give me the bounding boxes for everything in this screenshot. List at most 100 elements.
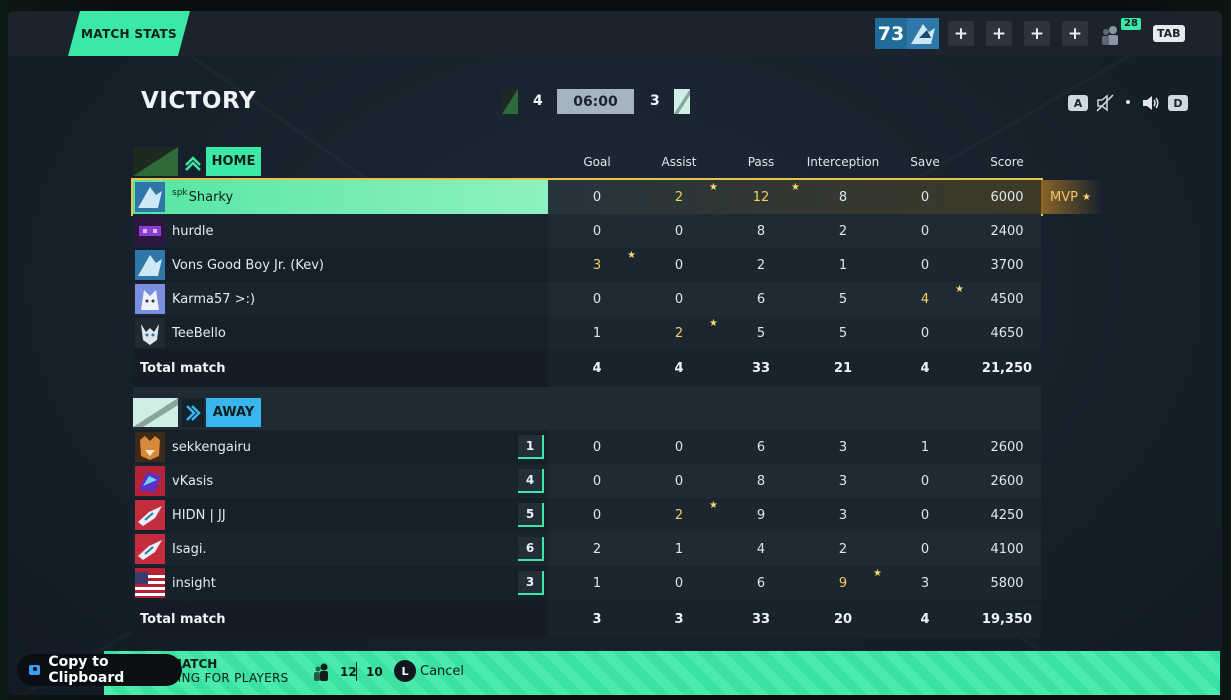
player-rating: 73 [875, 18, 907, 49]
stat-save: 1 [920, 439, 930, 455]
table-row[interactable]: hurdle 0 0 8 2 0 2400 [133, 214, 1041, 248]
total-save: 4 [920, 361, 930, 376]
star-icon: ★ [709, 182, 718, 193]
add-party-slot-button-4[interactable]: + [1062, 21, 1088, 46]
table-row[interactable]: Karma57 >:) 0 0 6 5 4 ★ 4500 [133, 282, 1041, 316]
stat-save: 3 [920, 575, 930, 591]
total-pass: 33 [751, 612, 771, 627]
away-team-label: AWAY [206, 398, 261, 427]
speaker-icon[interactable] [1141, 93, 1161, 113]
stat-assist: 0 [674, 575, 684, 591]
stat-pass: 6 [756, 575, 766, 591]
player-name: insight [172, 575, 216, 591]
table-row[interactable]: HIDN | JJ 5 0 2 ★ 9 3 0 4250 [133, 498, 1041, 532]
tab-key-hint[interactable]: TAB [1153, 25, 1185, 42]
table-row[interactable]: spk Sharky 0 2 ★ 12 ★ 8 0 6000 [131, 178, 1043, 216]
add-party-slot-button-3[interactable]: + [1024, 21, 1050, 46]
col-header-save: Save [910, 155, 940, 169]
stat-interception: 5 [838, 325, 848, 341]
us-flag-avatar [135, 568, 165, 598]
shark-avatar-icon [907, 18, 939, 49]
home-total-row: Total match 4 4 33 21 4 21,250 [133, 350, 1041, 387]
stat-assist: 2 [674, 507, 684, 523]
players-max: 10 [366, 665, 383, 679]
cancel-button[interactable]: Cancel [420, 664, 464, 679]
stat-score: 2600 [990, 473, 1024, 489]
stat-save: 0 [920, 257, 930, 273]
player-name: TeeBello [172, 325, 226, 341]
star-icon: ★ [791, 182, 800, 193]
table-row[interactable]: TeeBello 1 2 ★ 5 5 0 4650 [133, 316, 1041, 350]
total-assist: 3 [674, 612, 684, 627]
stat-score: 6000 [990, 189, 1024, 205]
stat-interception: 5 [838, 291, 848, 307]
stat-score: 4250 [990, 507, 1024, 523]
stat-pass: 9 [756, 507, 766, 523]
player-name: HIDN | JJ [172, 507, 226, 523]
player-name: hurdle [172, 223, 214, 239]
away-score: 3 [650, 93, 660, 109]
table-row[interactable]: Vons Good Boy Jr. (Kev) 3 ★ 0 2 1 0 3700 [133, 248, 1041, 282]
player-name: Vons Good Boy Jr. (Kev) [172, 257, 325, 273]
avatar [135, 318, 165, 348]
avatar [135, 216, 165, 246]
avatar [135, 500, 165, 530]
stat-interception: 2 [838, 223, 848, 239]
volume-up-key[interactable]: D [1168, 95, 1188, 111]
total-interception: 20 [833, 612, 853, 627]
total-score: 19,350 [981, 612, 1033, 627]
stat-assist: 0 [674, 473, 684, 489]
stat-assist: 2 [674, 189, 684, 205]
total-pass: 33 [751, 361, 771, 376]
stat-pass: 6 [756, 439, 766, 455]
stat-pass: 6 [756, 291, 766, 307]
total-score: 21,250 [981, 361, 1033, 376]
stat-assist: 1 [674, 541, 684, 557]
matchmaking-status: TING FOR PLAYERS [170, 671, 289, 685]
copy-to-clipboard-button[interactable]: Copy to Clipboard [17, 654, 182, 686]
away-chevron-icon [182, 398, 204, 427]
stat-pass: 4 [756, 541, 766, 557]
player-avatar[interactable] [907, 18, 939, 49]
stat-save: 0 [920, 223, 930, 239]
add-party-slot-button-2[interactable]: + [986, 21, 1012, 46]
player-name: Karma57 >:) [172, 291, 256, 307]
stat-pass: 8 [756, 473, 766, 489]
table-row[interactable]: vKasis 4 0 0 8 3 0 2600 [133, 464, 1041, 498]
stat-score: 3700 [990, 257, 1024, 273]
friends-icon[interactable] [1099, 24, 1121, 46]
stat-save: 0 [920, 541, 930, 557]
total-save: 4 [920, 612, 930, 627]
rank-badge: 4 [518, 469, 544, 493]
col-header-pass: Pass [747, 155, 775, 169]
table-row[interactable]: Isagi. 6 2 1 4 2 0 4100 [133, 532, 1041, 566]
star-icon: ★ [873, 568, 882, 579]
avatar [135, 284, 165, 314]
table-row[interactable]: sekkengairu 1 0 0 6 3 1 2600 [133, 430, 1041, 464]
player-name: vKasis [172, 473, 214, 489]
stat-save: 0 [920, 189, 930, 205]
col-header-score: Score [990, 155, 1024, 169]
stat-pass: 8 [756, 223, 766, 239]
stat-goal: 0 [592, 189, 602, 205]
stat-goal: 0 [592, 473, 602, 489]
star-icon: ★ [955, 284, 964, 295]
add-party-slot-button-1[interactable]: + [948, 21, 974, 46]
stat-goal: 2 [592, 541, 602, 557]
stat-interception: 3 [838, 507, 848, 523]
players-divider [356, 662, 357, 681]
stat-score: 2600 [990, 439, 1024, 455]
star-icon: ★ [1081, 191, 1091, 203]
stat-pass: 5 [756, 325, 766, 341]
avatar [135, 466, 165, 496]
mute-icon[interactable] [1095, 93, 1115, 113]
friends-count-badge: 28 [1121, 18, 1141, 30]
table-row[interactable]: insight 3 1 0 6 9 ★ 3 5800 [133, 566, 1041, 600]
player-name: Isagi. [172, 541, 207, 557]
stat-assist: 0 [674, 223, 684, 239]
cancel-key-icon[interactable]: L [394, 660, 416, 682]
stat-interception: 3 [838, 439, 848, 455]
volume-down-key[interactable]: A [1068, 95, 1088, 111]
stat-score: 4650 [990, 325, 1024, 341]
home-team-label: HOME [206, 147, 261, 176]
